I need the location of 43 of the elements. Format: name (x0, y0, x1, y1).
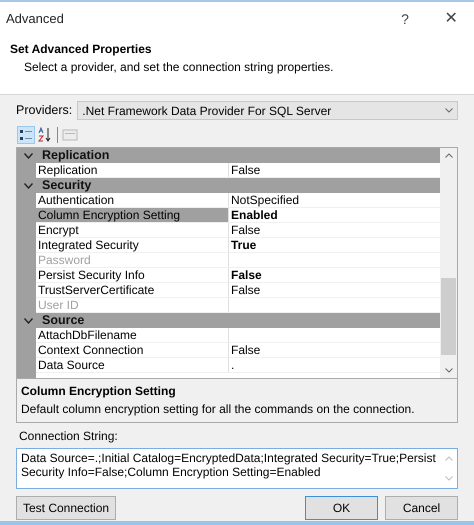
property-value[interactable]: False (229, 163, 440, 177)
close-button[interactable]: ✕ (428, 4, 474, 34)
chevron-down-icon[interactable] (24, 152, 33, 158)
property-name[interactable]: Column Encryption Setting (36, 208, 229, 222)
chevron-down-icon[interactable] (24, 318, 33, 324)
category-header: Source (42, 312, 84, 330)
property-name[interactable]: AttachDbFilename (36, 328, 229, 342)
chevron-down-icon[interactable] (24, 182, 33, 188)
scroll-down-icon[interactable] (444, 368, 452, 373)
description-text: Default column encryption setting for all the commands on the connection. (21, 401, 416, 418)
property-value[interactable]: NotSpecified (229, 193, 440, 207)
property-value[interactable]: True (229, 238, 440, 252)
property-value[interactable]: Enabled (229, 208, 440, 222)
chevron-down-icon (445, 108, 453, 113)
header-title: Set Advanced Properties (10, 41, 153, 58)
property-name[interactable]: Encrypt (36, 223, 229, 237)
cancel-button[interactable]: Cancel (385, 496, 458, 520)
property-value[interactable]: False (229, 343, 440, 357)
property-value[interactable]: False (229, 223, 440, 237)
category-header: Replication (42, 148, 110, 164)
header-subtitle: Select a provider, and set the connection string properties. (23, 59, 335, 76)
property-name[interactable]: Persist Security Info (36, 268, 229, 282)
description-title: Column Encryption Setting (21, 383, 177, 400)
categorized-view-icon[interactable] (17, 126, 35, 144)
property-value[interactable]: False (229, 268, 440, 282)
providers-dropdown[interactable]: .Net Framework Data Provider For SQL Server (77, 101, 458, 120)
property-name[interactable]: Replication (36, 163, 229, 177)
property-name[interactable]: Authentication (36, 193, 229, 207)
property-value[interactable]: . (229, 358, 440, 372)
property-value[interactable]: False (229, 283, 440, 297)
category-header: Security (42, 177, 92, 194)
property-name[interactable]: Data Source (36, 358, 229, 372)
help-button[interactable]: ? (382, 4, 428, 34)
window-title: Advanced (6, 10, 65, 28)
scroll-up-icon[interactable] (444, 153, 452, 158)
connection-string-label: Connection String: (18, 428, 119, 445)
test-connection-button[interactable]: Test Connection (16, 496, 116, 520)
providers-label: Providers: (16, 102, 72, 120)
ok-button[interactable]: OK (305, 496, 378, 520)
property-name[interactable]: TrustServerCertificate (36, 283, 229, 297)
property-name[interactable]: Context Connection (36, 343, 229, 357)
scrollbar[interactable] (440, 148, 457, 378)
property-name[interactable]: Integrated Security (36, 238, 229, 252)
